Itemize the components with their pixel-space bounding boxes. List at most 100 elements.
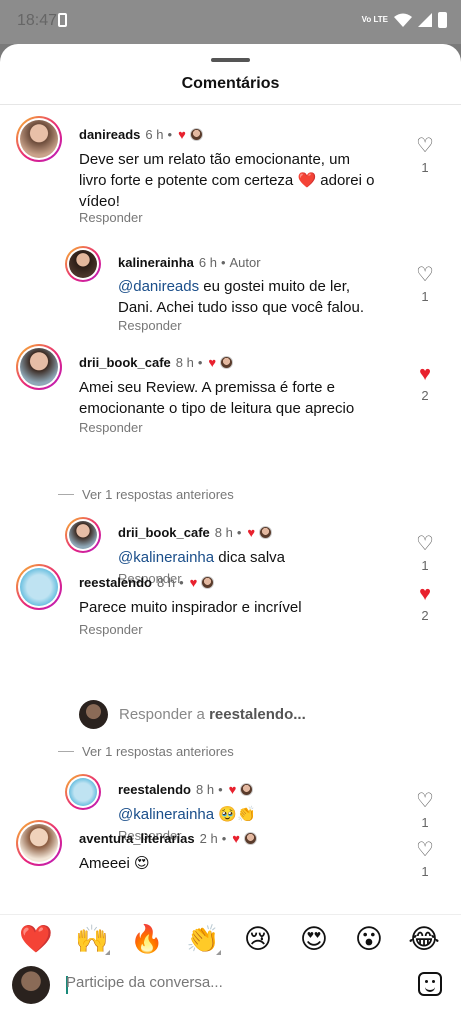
reply-button[interactable]: Responder [118, 318, 182, 333]
heart-icon[interactable]: ♥ [412, 364, 438, 384]
reply-prompt-prefix: Responder a [119, 706, 210, 723]
comment-text: @kalinerainha dica salva [118, 547, 378, 568]
comment-time: 8 h [156, 575, 176, 590]
mention-link[interactable]: @danireads [118, 278, 199, 295]
comment-header: kalinerainha 6 h • Autor [118, 255, 261, 270]
like-count: 1 [421, 864, 429, 879]
emoji-fire[interactable]: 🔥 [127, 923, 167, 955]
avatar[interactable] [16, 564, 62, 610]
separator-dot: • [197, 355, 203, 370]
navigation-bar: ‹ ||| [0, 1004, 461, 1024]
comment-text: Deve ser um relato tão emocionante, um l… [79, 151, 375, 210]
comment-time: 6 h [145, 127, 164, 142]
mention-link[interactable]: @kalinerainha [118, 549, 214, 566]
reply-prompt[interactable]: Responder a reestalendo... [79, 700, 306, 729]
reply-button[interactable]: Responder [79, 622, 143, 637]
avatar[interactable] [16, 344, 62, 390]
status-bar: 18:47 Vo LTE [0, 0, 461, 44]
comment-text: Amei seu Review. A premissa é forte e em… [79, 379, 355, 417]
comment-text: @kalinerainha 🥹👏 [118, 804, 378, 825]
avatar [79, 700, 108, 729]
heart-icon[interactable]: ♡ [412, 791, 438, 811]
view-previous-replies[interactable]: Ver 1 respostas anteriores [58, 487, 234, 502]
creator-avatar [243, 832, 257, 845]
volte-indicator: Vo LTE [361, 15, 388, 24]
avatar[interactable] [65, 517, 101, 553]
creator-avatar [259, 526, 273, 539]
username[interactable]: drii_book_cafe [79, 355, 171, 370]
view-previous-replies-label: Ver 1 respostas anteriores [82, 487, 234, 502]
sim-icon [58, 13, 67, 27]
heart-icon[interactable]: ♡ [412, 840, 438, 860]
heart-icon[interactable]: ♥ [412, 584, 438, 604]
comment-header: drii_book_cafe 8 h • ♥ [79, 355, 234, 370]
emoji-crying[interactable]: 😢 [238, 923, 278, 955]
username[interactable]: reestalendo [118, 782, 191, 797]
like-count: 1 [421, 558, 429, 573]
comments-sheet: Comentários danireads 6 h • ♥ Deve ser u… [0, 44, 461, 1024]
like-control[interactable]: ♥ 2 [412, 364, 438, 403]
view-previous-replies[interactable]: Ver 1 respostas anteriores [58, 744, 234, 759]
emoji-clapping[interactable]: 👏 [183, 923, 223, 955]
emoji-raised-hands[interactable]: 🙌 [72, 923, 112, 955]
emoji-heart-eyes[interactable]: 😍 [294, 923, 334, 955]
thread-line [58, 751, 74, 752]
separator-dot: • [218, 782, 223, 797]
comment-body: dica salva [214, 549, 285, 566]
avatar[interactable] [65, 774, 101, 810]
username[interactable]: aventura_literarias [79, 831, 195, 846]
comments-list[interactable]: danireads 6 h • ♥ Deve ser um relato tão… [0, 106, 461, 914]
username[interactable]: reestalendo [79, 575, 152, 590]
reply-prompt-text[interactable]: Responder a reestalendo... [119, 706, 306, 723]
creator-heart-icon: ♥ [232, 831, 240, 846]
heart-icon[interactable]: ♡ [412, 265, 438, 285]
emoji-surprised[interactable]: 😮 [349, 923, 389, 955]
username[interactable]: danireads [79, 127, 140, 142]
like-count: 2 [421, 388, 429, 403]
like-count: 1 [421, 160, 429, 175]
reply-button[interactable]: Responder [79, 420, 143, 435]
emoji-reaction-bar: ❤️ 🙌 🔥 👏 😢 😍 😮 😂 [0, 914, 461, 964]
heart-icon[interactable]: ♡ [412, 534, 438, 554]
comment-input[interactable]: Participe da conversa... [66, 974, 223, 991]
like-count: 1 [421, 815, 429, 830]
avatar[interactable] [16, 820, 62, 866]
reply-button[interactable]: Responder [79, 210, 143, 225]
comment-header: drii_book_cafe 8 h • ♥ [118, 525, 273, 540]
username[interactable]: kalinerainha [118, 255, 194, 270]
author-tag: Autor [229, 255, 261, 270]
comment-time: 8 h [195, 782, 215, 797]
signal-icon [418, 13, 432, 27]
separator-dot: • [236, 525, 242, 540]
comment-header: aventura_literarias 2 h • ♥ [79, 831, 257, 846]
drag-handle[interactable] [211, 58, 250, 62]
heart-icon[interactable]: ♡ [412, 136, 438, 156]
like-control[interactable]: ♡ 1 [412, 136, 438, 175]
creator-heart-icon: ♥ [228, 782, 237, 797]
creator-heart-icon: ♥ [178, 127, 186, 142]
comment-header: danireads 6 h • ♥ [79, 127, 203, 142]
mention-link[interactable]: @kalinerainha [118, 806, 214, 823]
back-icon[interactable]: ‹ [86, 1020, 95, 1024]
emoji-laughing[interactable]: 😂 [404, 923, 444, 955]
separator-dot: • [179, 575, 184, 590]
reply-prompt-target: reestalendo... [209, 706, 306, 723]
divider [0, 104, 461, 105]
comment-time: 8 h [214, 525, 233, 540]
status-icons: Vo LTE [362, 12, 447, 28]
comment-header: reestalendo 8 h • ♥ [118, 782, 254, 797]
like-control[interactable]: ♡ 1 [412, 840, 438, 879]
like-count: 1 [421, 289, 429, 304]
avatar[interactable] [16, 116, 62, 162]
emoji-heart[interactable]: ❤️ [16, 923, 56, 955]
like-control[interactable]: ♡ 1 [412, 534, 438, 573]
status-time: 18:47 [17, 12, 58, 29]
like-control[interactable]: ♡ 1 [412, 265, 438, 304]
battery-icon [438, 12, 447, 28]
avatar[interactable] [65, 246, 101, 282]
like-count: 2 [421, 608, 429, 623]
like-control[interactable]: ♡ 1 [412, 791, 438, 830]
sticker-icon[interactable] [418, 972, 442, 996]
username[interactable]: drii_book_cafe [118, 525, 210, 540]
like-control[interactable]: ♥ 2 [412, 584, 438, 623]
